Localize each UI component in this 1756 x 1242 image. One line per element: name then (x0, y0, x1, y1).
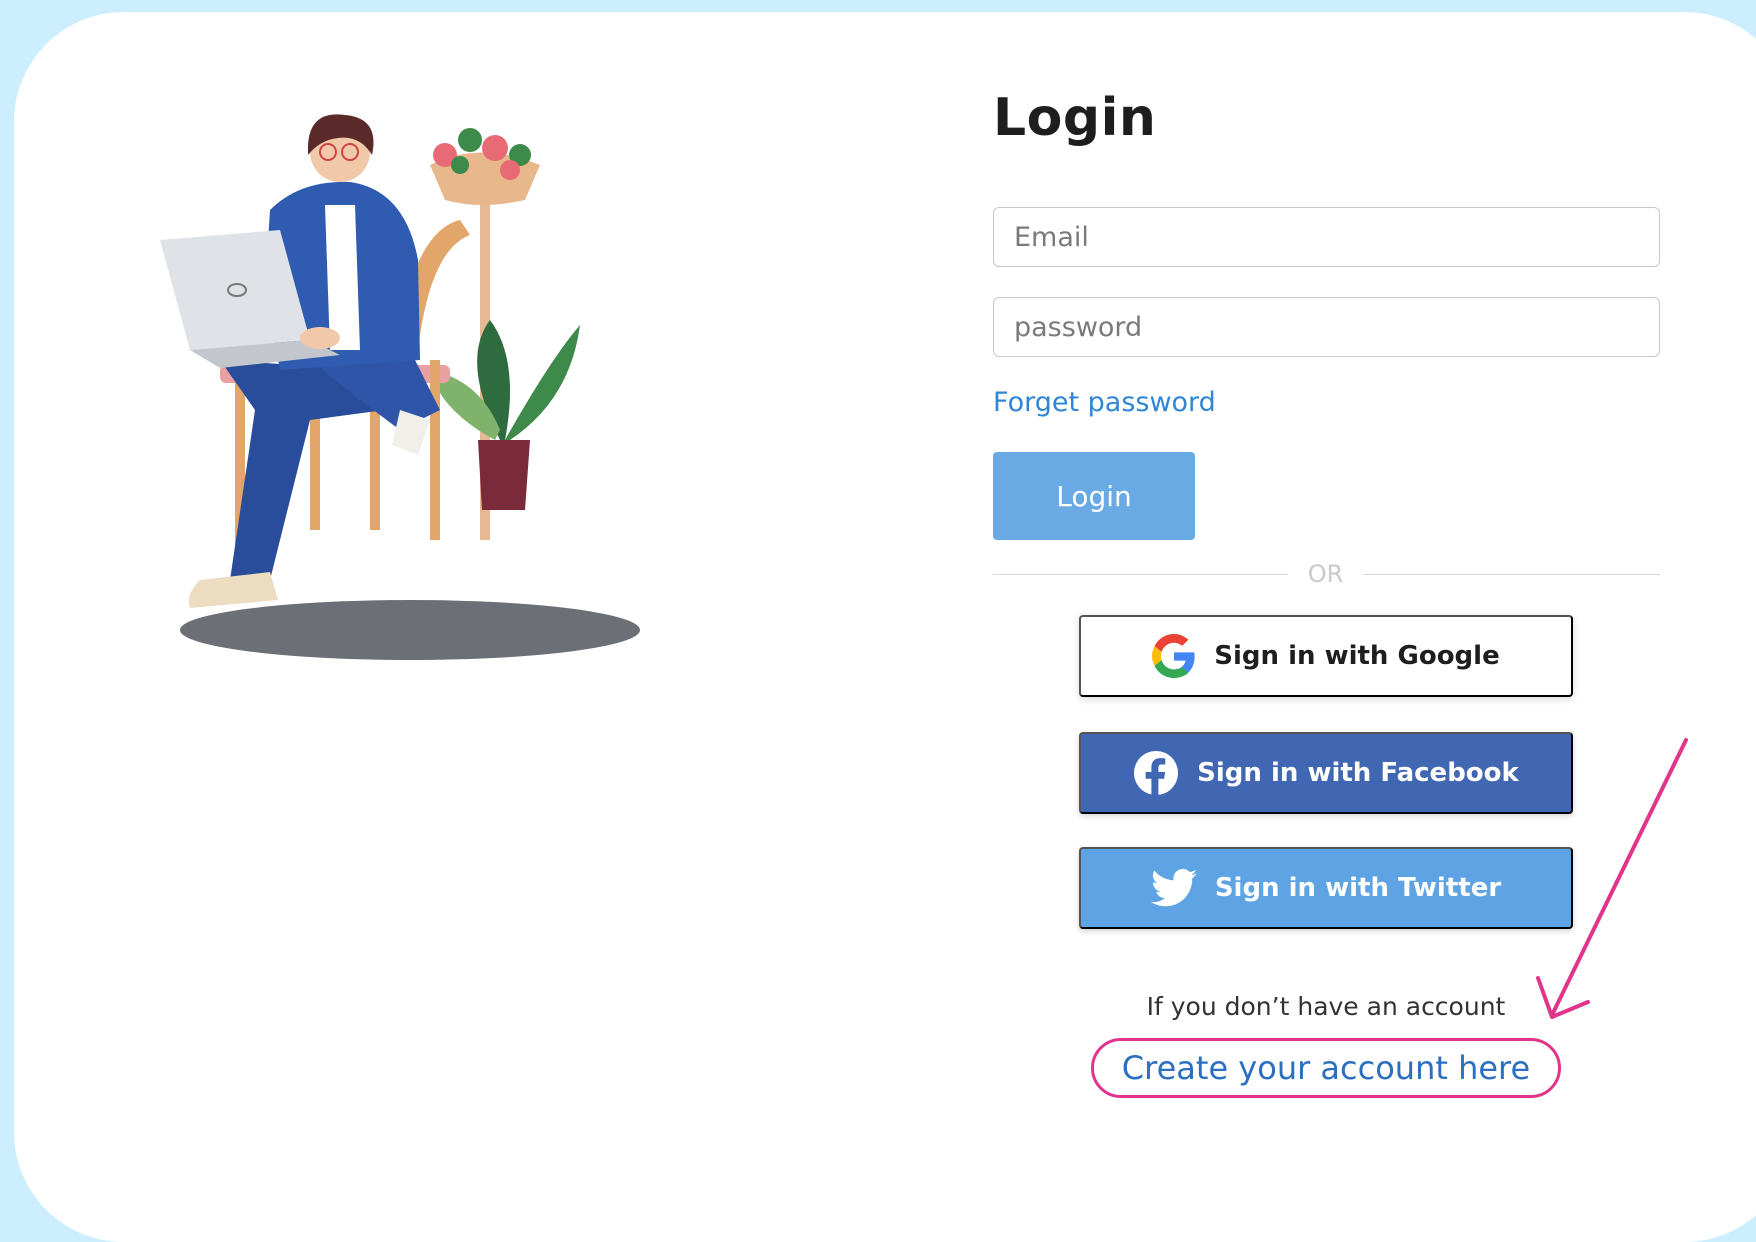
no-account-prompt: If you don’t have an account (1146, 992, 1506, 1021)
create-account-link[interactable]: Create your account here (1091, 1038, 1561, 1098)
arrow-annotation (1536, 738, 1688, 1019)
google-button-label: Sign in with Google (1214, 641, 1500, 671)
password-field[interactable] (993, 297, 1660, 357)
google-icon (1152, 634, 1195, 678)
email-field[interactable] (993, 207, 1660, 267)
divider-line-left (993, 574, 1288, 575)
google-sign-in-button[interactable]: Sign in with Google (1079, 615, 1573, 697)
twitter-sign-in-button[interactable]: Sign in with Twitter (1079, 847, 1573, 929)
login-button[interactable]: Login (993, 452, 1195, 540)
divider-line-right (1363, 574, 1660, 575)
facebook-icon (1134, 750, 1179, 796)
page-title: Login (993, 88, 1157, 148)
divider-or-text: OR (1307, 560, 1344, 588)
twitter-icon (1150, 868, 1197, 907)
facebook-button-label: Sign in with Facebook (1197, 758, 1519, 788)
facebook-sign-in-button[interactable]: Sign in with Facebook (1079, 732, 1573, 814)
forget-password-link[interactable]: Forget password (993, 387, 1216, 418)
person-with-laptop-illustration (160, 114, 640, 660)
twitter-button-label: Sign in with Twitter (1214, 873, 1502, 903)
